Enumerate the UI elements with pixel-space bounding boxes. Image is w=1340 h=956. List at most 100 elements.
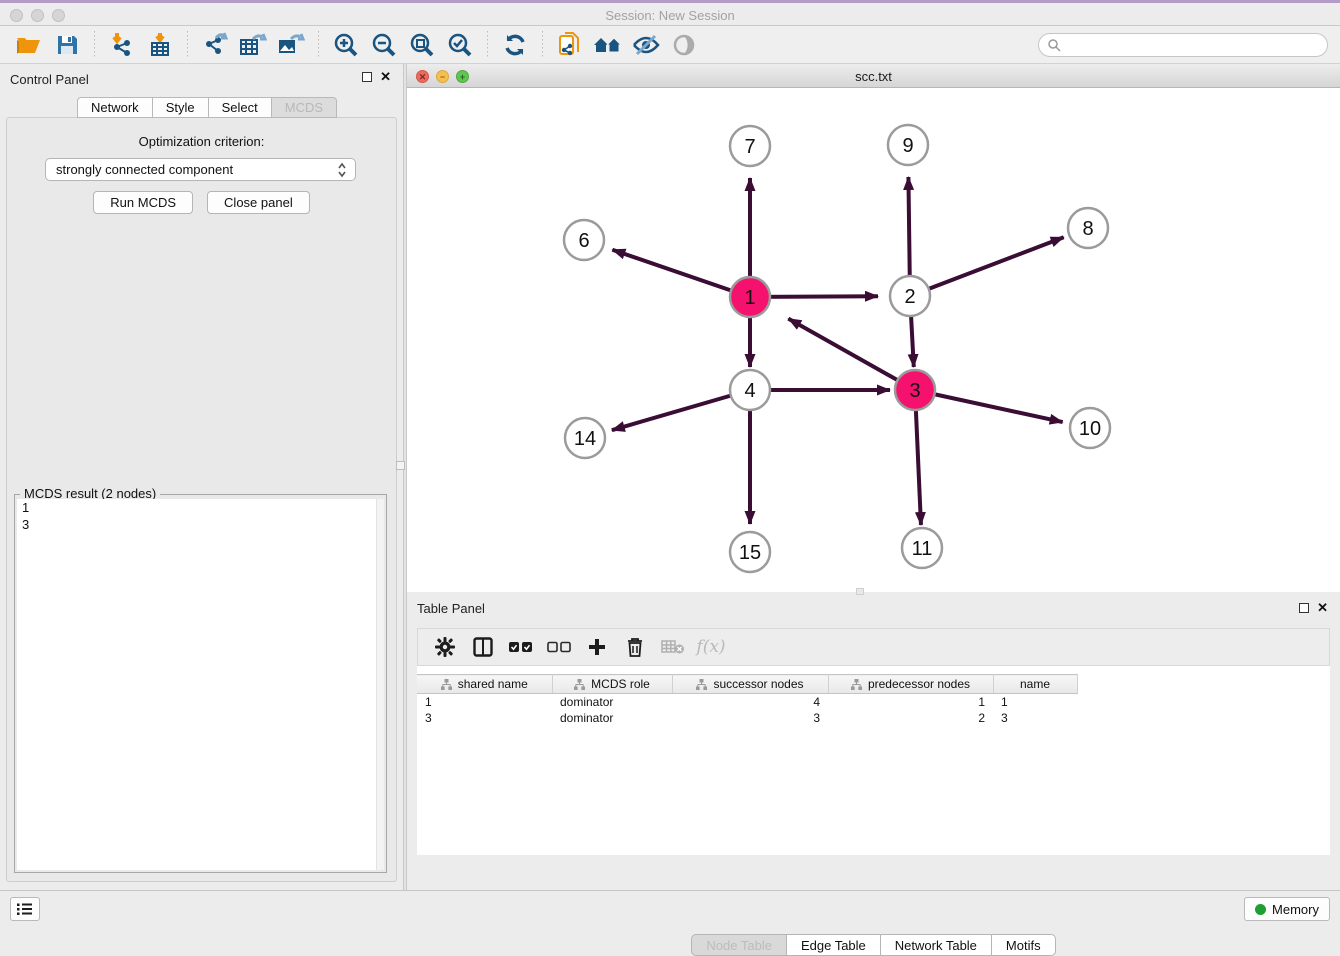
criterion-dropdown[interactable]: strongly connected component — [45, 158, 356, 181]
search-field[interactable] — [1038, 33, 1328, 57]
close-panel-icon[interactable]: ✕ — [380, 72, 391, 82]
result-line: 3 — [17, 516, 384, 533]
node-10[interactable]: 10 — [1070, 408, 1110, 448]
zoom-selected-icon[interactable] — [445, 30, 475, 60]
clone-network-icon[interactable] — [555, 30, 585, 60]
column-header-predecessor-nodes[interactable]: predecessor nodes — [828, 675, 993, 694]
network-view-window: ✕ − + scc.txt 7 9 6 8 1 2 4 3 14 10 15 11 — [407, 66, 1340, 592]
node-15[interactable]: 15 — [730, 532, 770, 572]
network-canvas[interactable]: 7 9 6 8 1 2 4 3 14 10 15 11 — [407, 88, 1340, 591]
network-window-titlebar[interactable]: ✕ − + scc.txt — [407, 66, 1340, 88]
tab-style[interactable]: Style — [153, 97, 209, 118]
node-9[interactable]: 9 — [888, 125, 928, 165]
main-toolbar — [0, 26, 1340, 64]
delete-column-icon[interactable] — [620, 634, 650, 660]
import-table-icon[interactable] — [145, 30, 175, 60]
control-panel: Control Panel ✕ Network Style Select MCD… — [0, 64, 403, 890]
optimization-criterion-label: Optimization criterion: — [7, 134, 396, 149]
table-cell[interactable]: 4 — [672, 694, 828, 710]
table-cell[interactable]: 3 — [417, 710, 552, 726]
float-panel-icon[interactable] — [362, 72, 372, 82]
table-row[interactable]: 1dominator411 — [417, 694, 1077, 710]
task-history-button[interactable] — [10, 897, 40, 921]
node-11[interactable]: 11 — [902, 528, 942, 568]
svg-text:9: 9 — [902, 135, 913, 157]
table-cell[interactable]: dominator — [552, 710, 672, 726]
search-input[interactable] — [1061, 38, 1301, 52]
edge-2-8[interactable] — [910, 237, 1064, 296]
table-cell[interactable]: 3 — [993, 710, 1077, 726]
column-header-MCDS-role[interactable]: MCDS role — [552, 675, 672, 694]
node-14[interactable]: 14 — [565, 418, 605, 458]
node-1[interactable]: 1 — [730, 277, 770, 317]
search-icon — [1047, 38, 1061, 52]
tab-motifs[interactable]: Motifs — [992, 934, 1056, 956]
svg-text:4: 4 — [744, 380, 755, 402]
table-cell[interactable]: 2 — [828, 710, 993, 726]
zoom-in-icon[interactable] — [331, 30, 361, 60]
node-7[interactable]: 7 — [730, 126, 770, 166]
table-cell[interactable]: 3 — [672, 710, 828, 726]
table-cell[interactable]: 1 — [828, 694, 993, 710]
table-header-row[interactable]: shared nameMCDS rolesuccessor nodesprede… — [417, 675, 1077, 694]
tab-network[interactable]: Network — [77, 97, 153, 118]
zoom-out-icon[interactable] — [369, 30, 399, 60]
edge-4-14[interactable] — [612, 390, 750, 430]
table-cell[interactable]: 1 — [993, 694, 1077, 710]
float-table-panel-icon[interactable] — [1299, 603, 1309, 613]
select-all-columns-icon[interactable] — [506, 634, 536, 660]
toolbar-separator — [187, 31, 188, 59]
deselect-all-columns-icon[interactable] — [544, 634, 574, 660]
tab-network-table[interactable]: Network Table — [881, 934, 992, 956]
tab-select[interactable]: Select — [209, 97, 272, 118]
close-table-panel-icon[interactable]: ✕ — [1317, 603, 1328, 613]
node-4[interactable]: 4 — [730, 370, 770, 410]
run-mcds-button[interactable]: Run MCDS — [93, 191, 193, 214]
hierarchy-icon — [441, 679, 452, 690]
save-session-icon[interactable] — [52, 30, 82, 60]
result-scrollbar[interactable] — [376, 499, 384, 870]
table-cell[interactable]: 1 — [417, 694, 552, 710]
column-header-successor-nodes[interactable]: successor nodes — [672, 675, 828, 694]
edge-1-6[interactable] — [612, 250, 750, 297]
column-header-name[interactable]: name — [993, 675, 1077, 694]
node-6[interactable]: 6 — [564, 220, 604, 260]
node-3[interactable]: 3 — [895, 370, 935, 410]
zoom-fit-icon[interactable] — [407, 30, 437, 60]
window-titlebar: Session: New Session — [0, 0, 1340, 26]
tab-mcds[interactable]: MCDS — [272, 97, 337, 118]
close-panel-button[interactable]: Close panel — [207, 191, 310, 214]
tab-edge-table[interactable]: Edge Table — [787, 934, 881, 956]
export-network-icon[interactable] — [200, 30, 230, 60]
control-panel-tabs: Network Style Select MCDS — [77, 97, 337, 118]
memory-label: Memory — [1272, 902, 1319, 917]
add-column-icon[interactable] — [582, 634, 612, 660]
dropdown-stepper-icon — [335, 161, 349, 179]
refresh-icon[interactable] — [500, 30, 530, 60]
window-title: Session: New Session — [0, 8, 1340, 23]
network-graph[interactable]: 7 9 6 8 1 2 4 3 14 10 15 11 — [407, 88, 1340, 591]
node-2[interactable]: 2 — [890, 276, 930, 316]
tab-node-table[interactable]: Node Table — [691, 934, 787, 956]
export-table-icon[interactable] — [238, 30, 268, 60]
svg-text:1: 1 — [744, 287, 755, 309]
table-row[interactable]: 3dominator323 — [417, 710, 1077, 726]
settings-gear-icon[interactable] — [430, 634, 460, 660]
edge-3-10[interactable] — [915, 390, 1063, 422]
hide-selection-eye-icon[interactable] — [631, 30, 661, 60]
memory-button[interactable]: Memory — [1244, 897, 1330, 921]
horizontal-splitter-handle[interactable] — [856, 588, 864, 595]
export-image-icon[interactable] — [276, 30, 306, 60]
import-network-icon[interactable] — [107, 30, 137, 60]
mcds-result-textarea[interactable]: 13 — [17, 499, 384, 870]
column-header-shared-name[interactable]: shared name — [417, 675, 552, 694]
split-view-icon[interactable] — [468, 634, 498, 660]
vertical-splitter-handle[interactable] — [396, 461, 405, 470]
list-icon — [17, 902, 33, 916]
home-networks-icon[interactable] — [593, 30, 623, 60]
edge-3-1[interactable] — [788, 319, 915, 390]
open-session-icon[interactable] — [14, 30, 44, 60]
table-cell[interactable]: dominator — [552, 694, 672, 710]
mcds-result-groupbox: MCDS result (2 nodes) 13 — [14, 494, 387, 873]
node-8[interactable]: 8 — [1068, 208, 1108, 248]
